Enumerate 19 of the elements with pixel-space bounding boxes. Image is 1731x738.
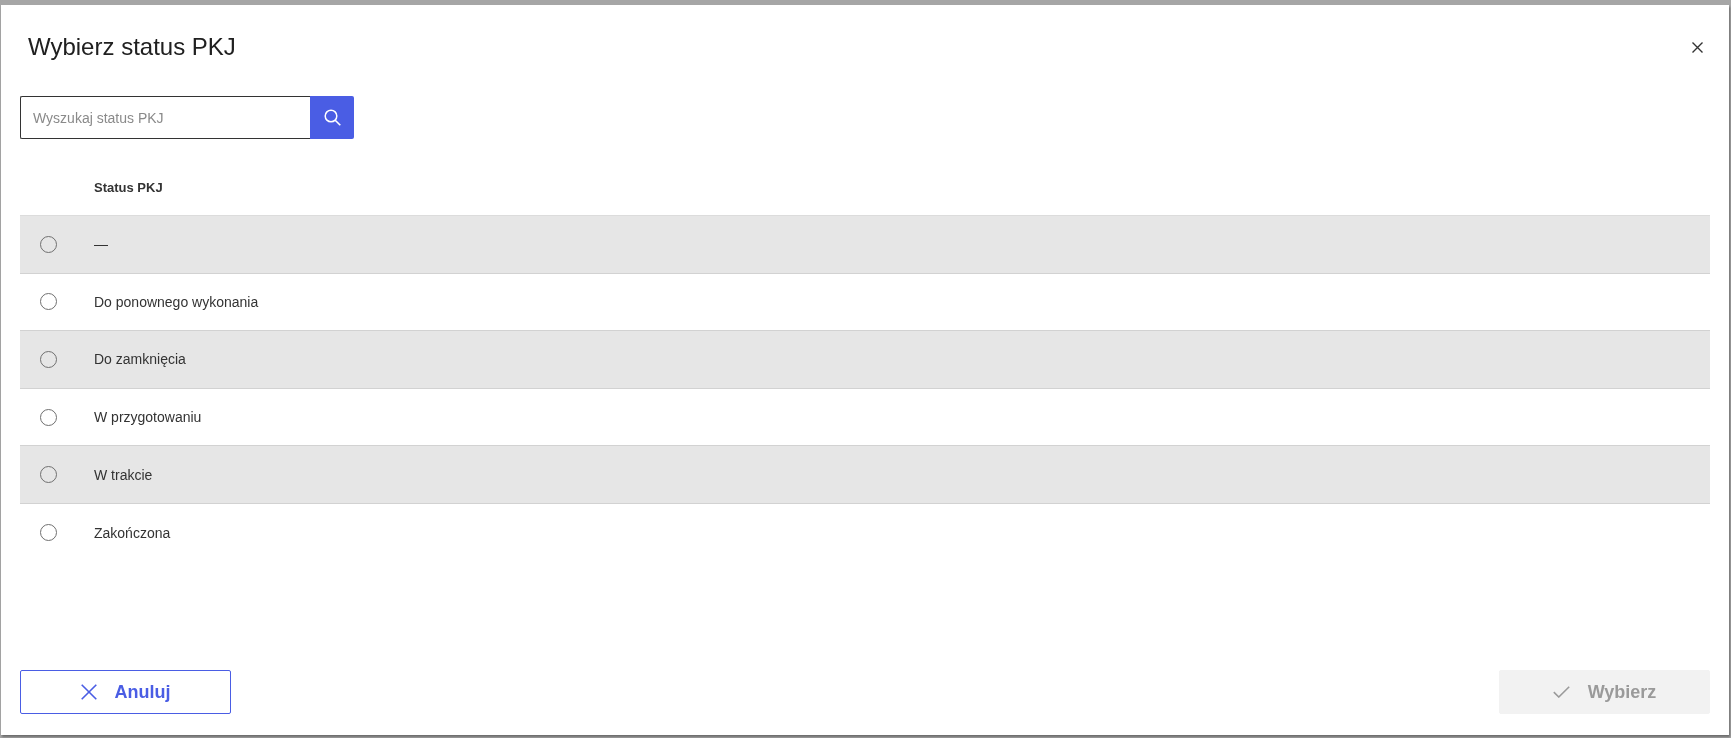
table-row[interactable]: Do zamknięcia	[20, 331, 1710, 389]
table-row[interactable]: W trakcie	[20, 446, 1710, 504]
search-icon	[323, 109, 341, 126]
close-icon[interactable]	[1692, 41, 1703, 53]
cancel-button[interactable]: Anuluj	[20, 670, 231, 714]
table-cell: Zakończona	[94, 524, 171, 541]
x-icon	[80, 684, 97, 700]
table-cell: Do ponownego wykonania	[94, 293, 259, 310]
search-button[interactable]	[310, 96, 354, 139]
table-cell: —	[94, 236, 108, 253]
dialog-title: Wybierz status PKJ	[28, 32, 236, 62]
table-row[interactable]: —	[20, 216, 1710, 274]
table-row[interactable]: Zakończona	[20, 503, 1710, 562]
column-header: Status PKJ	[94, 179, 163, 195]
table-cell: W trakcie	[94, 466, 153, 483]
table-cell: Do zamknięcia	[94, 351, 186, 368]
table-cell: W przygotowaniu	[94, 409, 202, 426]
check-icon	[1552, 686, 1570, 698]
search-field[interactable]: Wyszukaj status PKJ	[20, 96, 310, 139]
